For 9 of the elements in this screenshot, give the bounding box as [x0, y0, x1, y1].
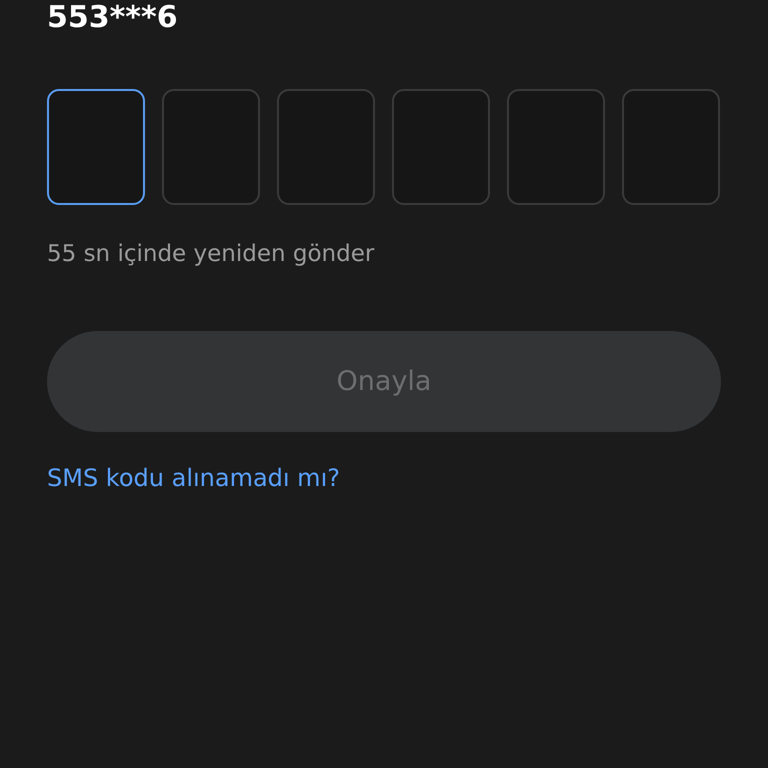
code-input-field[interactable] — [507, 89, 605, 205]
code-input-field[interactable] — [622, 89, 720, 205]
code-input-field[interactable] — [47, 89, 145, 205]
code-input-field[interactable] — [277, 89, 375, 205]
code-input-field[interactable] — [162, 89, 260, 205]
phone-number: 553***6 — [47, 0, 178, 36]
resend-timer-text: 55 sn içinde yeniden gönder — [47, 240, 374, 269]
code-input-field[interactable] — [392, 89, 490, 205]
sms-help-link[interactable]: SMS kodu alınamadı mı? — [47, 464, 340, 492]
